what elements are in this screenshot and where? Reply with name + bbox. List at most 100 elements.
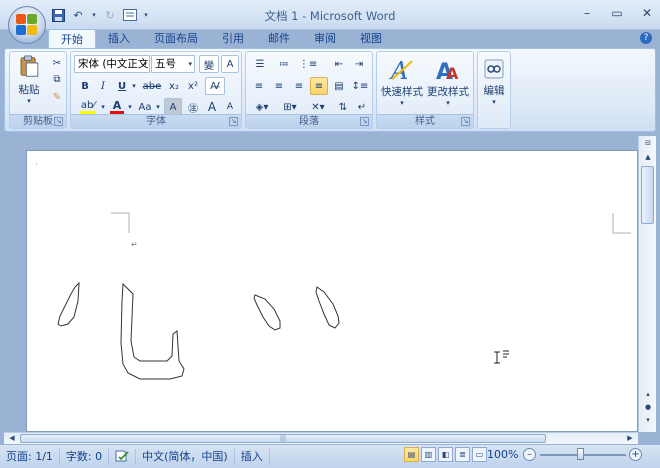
tab-review[interactable]: 审阅 [302,29,348,49]
font-name-combo[interactable]: 宋体 (中文正文 ▾ [74,55,150,73]
web-layout-icon[interactable]: ◧ [438,447,453,462]
horizontal-scroll-thumb[interactable]: ||| [20,434,546,443]
change-styles-icon: AA [436,60,459,83]
italic-button[interactable]: I [95,77,111,95]
styles-launcher-icon[interactable]: ↘ [461,117,470,126]
ribbon: 粘贴 ▾ ✂ ⧉ ✎ 剪贴板 ↘ 宋体 (中文正文 ▾ 五号 ▾ 變 A B I U… [4,48,656,132]
increase-indent-icon[interactable]: ⇥ [350,55,368,73]
scroll-left-icon[interactable]: ◀ [6,433,18,443]
paragraph-group: ☰ ≔ ⋮≡ ⇤ ⇥ ≡ ≡ ≡ ≡ ▤ ↕≡ ◈▾ ⊞▾ ✕▾ ⇅ ↵ 段落 … [245,51,373,129]
vertical-scroll-thumb[interactable] [641,166,654,224]
tab-insert[interactable]: 插入 [96,29,142,49]
underline-button[interactable]: U [114,77,130,95]
paragraph-launcher-icon[interactable]: ↘ [360,117,369,126]
strikethrough-button[interactable]: abe [141,77,163,95]
help-icon[interactable]: ? [640,32,652,44]
decrease-indent-icon[interactable]: ⇤ [330,55,348,73]
copy-icon[interactable]: ⧉ [50,72,64,86]
draft-view-icon[interactable]: ▭ [472,447,487,462]
underline-dropdown-icon[interactable]: ▾ [130,77,138,95]
styles-group: A 快速样式 ▾ AA 更改样式 ▾ 样式 ↘ [376,51,474,129]
quick-styles-label: 快速样式 [381,86,423,98]
tab-references[interactable]: 引用 [210,29,256,49]
document-page[interactable]: ↵ [26,150,638,432]
page-count[interactable]: 页面: 1/1 [0,448,60,465]
paragraph-mark: ↵ [131,240,138,249]
zoom-level[interactable]: 100% [487,448,518,461]
language-status[interactable]: 中文(简体，中国) [136,448,235,465]
close-icon[interactable]: ✕ [640,6,654,20]
subscript-button[interactable]: x₂ [165,77,183,95]
change-styles-button[interactable]: AA 更改样式 ▾ [425,54,471,110]
tab-view[interactable]: 视图 [348,29,394,49]
xin-drawing-strokes [57,281,340,380]
styles-group-label: 样式 [377,114,473,128]
zoom-out-icon[interactable]: – [523,448,536,461]
superscript-button[interactable]: x² [184,77,202,95]
align-right-icon[interactable]: ≡ [290,77,308,95]
numbering-icon[interactable]: ≔ [274,55,294,73]
svg-text:A: A [446,64,459,83]
margin-mark-right [612,213,631,234]
vertical-scrollbar[interactable]: ⊟ ▲ ▴ ● ▾ [638,136,656,432]
paste-button[interactable]: 粘贴 ▾ [14,54,44,106]
font-size-combo[interactable]: 五号 ▾ [151,55,195,73]
full-screen-reading-icon[interactable]: ▥ [421,447,436,462]
minimize-icon[interactable]: – [580,6,594,20]
font-color-icon: A [112,99,122,112]
ruler-toggle-icon[interactable]: ⊟ [642,138,654,149]
font-size-value: 五号 [155,58,176,70]
svg-text:A: A [389,57,408,83]
maximize-icon[interactable]: ▭ [610,6,624,20]
editing-button[interactable]: 编辑 ▾ [479,54,509,110]
select-browse-object-icon[interactable]: ● [642,402,654,413]
paste-dropdown-icon: ▾ [27,97,31,105]
tab-home[interactable]: 开始 [48,29,96,49]
font-group-label: 字体 [71,114,241,128]
change-styles-dropdown-icon: ▾ [446,99,450,107]
font-launcher-icon[interactable]: ↘ [229,117,238,126]
font-group: 宋体 (中文正文 ▾ 五号 ▾ 變 A B I U ▾ abe x₂ x² Ꜻ ab… [70,51,242,129]
clear-format-icon[interactable]: Ꜻ [205,77,225,95]
outline-view-icon[interactable]: ≣ [455,447,470,462]
clipboard-group: 粘贴 ▾ ✂ ⧉ ✎ 剪贴板 ↘ [9,51,67,129]
scroll-up-icon[interactable]: ▲ [642,152,654,163]
zoom-slider-thumb[interactable] [577,448,584,460]
align-left-icon[interactable]: ≡ [250,77,268,95]
editing-group: 编辑 ▾ [477,51,511,129]
align-center-icon[interactable]: ≡ [270,77,288,95]
paragraph-group-label: 段落 [246,114,372,128]
print-layout-view-icon[interactable]: ▤ [404,447,419,462]
cut-icon[interactable]: ✂ [50,56,64,70]
title-bar: ↶ ▾ ↻ ▾ 文档 1 - Microsoft Word – ▭ ✕ [0,0,660,30]
editing-dropdown-icon: ▾ [492,97,496,106]
next-page-icon[interactable]: ▾ [642,415,654,426]
zoom-in-icon[interactable]: + [629,448,642,461]
quick-styles-button[interactable]: A 快速样式 ▾ [379,54,425,110]
office-button[interactable] [8,6,46,44]
phonetic-guide-icon[interactable]: 變 [199,55,219,73]
tab-mailings[interactable]: 邮件 [256,29,302,49]
document-area: ↵ [4,136,638,432]
horizontal-scrollbar[interactable]: ◀ ||| ▶ [4,432,638,444]
clipboard-launcher-icon[interactable]: ↘ [54,117,63,126]
justify-icon[interactable]: ≡ [310,77,328,95]
page-content: ↵ [36,163,631,380]
bold-button[interactable]: B [77,77,93,95]
word-count[interactable]: 字数: 0 [60,448,110,465]
proofing-icon[interactable] [109,448,137,465]
window-title: 文档 1 - Microsoft Word [264,9,396,23]
format-painter-icon[interactable]: ✎ [50,90,64,104]
quick-styles-dropdown-icon: ▾ [400,99,404,107]
line-spacing-icon[interactable]: ↕≡ [350,77,370,95]
scroll-right-icon[interactable]: ▶ [624,433,636,443]
prev-page-icon[interactable]: ▴ [642,389,654,400]
paste-label: 粘贴 [18,84,40,96]
bullets-icon[interactable]: ☰ [250,55,270,73]
insert-mode-status[interactable]: 插入 [235,448,270,465]
window-controls: – ▭ ✕ [580,6,654,20]
char-border-icon[interactable]: A [221,55,239,73]
tab-page-layout[interactable]: 页面布局 [142,29,210,49]
multilevel-list-icon[interactable]: ⋮≡ [298,55,318,73]
distributed-icon[interactable]: ▤ [330,77,348,95]
